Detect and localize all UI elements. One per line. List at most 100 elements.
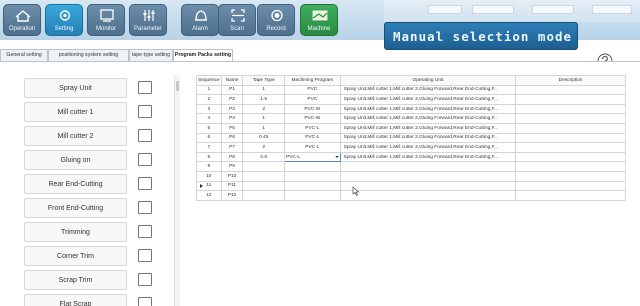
cell-description[interactable] bbox=[515, 161, 626, 172]
option-mill-cutter-1[interactable]: Mill cutter 1 bbox=[24, 102, 127, 122]
cell-tape-type[interactable] bbox=[242, 170, 285, 182]
cell-tape-type[interactable]: 1 bbox=[242, 84, 285, 96]
option-checkbox[interactable] bbox=[138, 297, 152, 306]
cell-machining-program[interactable]: PVC-W bbox=[283, 103, 341, 115]
cell-tape-type[interactable] bbox=[242, 161, 285, 172]
cell-description[interactable] bbox=[515, 180, 626, 192]
header-machining-program[interactable]: Machining Program bbox=[283, 75, 341, 86]
header-tape-type[interactable]: Tape Type bbox=[242, 75, 285, 86]
operation-button[interactable]: Operation bbox=[3, 4, 41, 36]
record-button[interactable]: Record bbox=[257, 4, 295, 36]
cell-description[interactable] bbox=[515, 84, 626, 96]
option-checkbox[interactable] bbox=[138, 129, 152, 142]
option-checkbox[interactable] bbox=[138, 201, 152, 214]
cell-operating-unit[interactable]: Spray Unit,Mill cutter 1,Mill cutter 2,G… bbox=[339, 94, 517, 105]
cell-operating-unit[interactable]: Spray Unit,Mill cutter 1,Mill cutter 2,G… bbox=[339, 103, 517, 115]
cell-tape-type[interactable]: 1.5 bbox=[242, 94, 285, 105]
setting-button[interactable]: Setting bbox=[45, 4, 83, 36]
cell-machining-program[interactable] bbox=[283, 170, 341, 182]
tab-program-packs-setting[interactable]: Program Packs setting bbox=[173, 49, 233, 61]
cell-description[interactable] bbox=[515, 103, 626, 115]
cell-operating-unit[interactable]: Spray Unit,Mill cutter 1,Mill cutter 2,G… bbox=[339, 132, 517, 144]
tab-general-setting[interactable]: General setting bbox=[0, 49, 48, 61]
cell-machining-program[interactable]: PVC-L bbox=[283, 122, 341, 134]
machining-program-dropdown[interactable]: PVC-L bbox=[283, 151, 341, 163]
cell-operating-unit[interactable] bbox=[339, 190, 517, 201]
cell-machining-program[interactable] bbox=[283, 190, 341, 201]
cell-machining-program[interactable]: PVC-L bbox=[283, 142, 341, 153]
cell-tape-type[interactable]: 1 bbox=[242, 122, 285, 134]
option-trimming[interactable]: Trimming bbox=[24, 222, 127, 242]
cell-tape-type[interactable]: 2 bbox=[242, 142, 285, 153]
tab-tape-type-setting[interactable]: tape type setting bbox=[129, 49, 173, 61]
header-name[interactable]: Name bbox=[220, 75, 244, 86]
option-rear-end-cutting[interactable]: Rear End-Cutting bbox=[24, 174, 127, 194]
option-checkbox[interactable] bbox=[138, 249, 152, 262]
cell-description[interactable] bbox=[515, 113, 626, 124]
header-operating-unit[interactable]: Operating Unit bbox=[339, 75, 517, 86]
cell-tape-type[interactable] bbox=[242, 180, 285, 192]
option-spray-unit[interactable]: Spray Unit bbox=[24, 78, 127, 98]
cell-operating-unit[interactable] bbox=[339, 161, 517, 172]
cell-machining-program[interactable] bbox=[283, 161, 341, 172]
option-scrap-trim[interactable]: Scrap Trim bbox=[24, 270, 127, 290]
cell-operating-unit[interactable]: Spray Unit,Mill cutter 1,Mill cutter 2,G… bbox=[339, 142, 517, 153]
table-row[interactable]: 6 P6 0.45 PVC-L Spray Unit,Mill cutter 1… bbox=[196, 132, 626, 144]
table-row[interactable]: 7 P7 2 PVC-L Spray Unit,Mill cutter 1,Mi… bbox=[196, 142, 626, 153]
parameter-button[interactable]: Parameter bbox=[129, 4, 167, 36]
option-checkbox[interactable] bbox=[138, 105, 152, 118]
option-checkbox[interactable] bbox=[138, 81, 152, 94]
cell-operating-unit[interactable]: Spray Unit,Mill cutter 1,Mill cutter 2,G… bbox=[339, 84, 517, 96]
option-flat-scrap[interactable]: Flat Scrap bbox=[24, 294, 127, 306]
machine-button[interactable]: Machine bbox=[300, 4, 338, 36]
cell-description[interactable] bbox=[515, 151, 626, 163]
table-row[interactable]: 2 P2 1.5 PVC Spray Unit,Mill cutter 1,Mi… bbox=[196, 94, 626, 105]
table-row[interactable]: 4 P4 1 PVC-W Spray Unit,Mill cutter 1,Mi… bbox=[196, 113, 626, 124]
option-checkbox[interactable] bbox=[138, 177, 152, 190]
cell-tape-type[interactable]: 0.8 bbox=[242, 151, 285, 163]
monitor-button[interactable]: Monitor bbox=[87, 4, 125, 36]
cell-description[interactable] bbox=[515, 170, 626, 182]
cell-tape-type[interactable]: 1 bbox=[242, 113, 285, 124]
cell-machining-program[interactable] bbox=[283, 180, 341, 192]
table-row[interactable]: 1 P1 1 PVC Spray Unit,Mill cutter 1,Mill… bbox=[196, 84, 626, 96]
cell-machining-program[interactable]: PVC bbox=[283, 84, 341, 96]
alarm-button[interactable]: Alarm bbox=[181, 4, 219, 36]
option-front-end-cutting[interactable]: Front End-Cutting bbox=[24, 198, 127, 218]
cell-description[interactable] bbox=[515, 132, 626, 144]
cell-description[interactable] bbox=[515, 142, 626, 153]
table-row[interactable]: 3 P3 2 PVC-W Spray Unit,Mill cutter 1,Mi… bbox=[196, 103, 626, 115]
option-checkbox[interactable] bbox=[138, 273, 152, 286]
cell-operating-unit[interactable] bbox=[339, 170, 517, 182]
table-row[interactable]: 11 P11 bbox=[196, 180, 626, 192]
cell-tape-type[interactable]: 2 bbox=[242, 103, 285, 115]
cell-tape-type[interactable] bbox=[242, 190, 285, 201]
cell-operating-unit[interactable]: Spray Unit,Mill cutter 1,Mill cutter 2,G… bbox=[339, 151, 517, 163]
header-description[interactable]: Description bbox=[515, 75, 626, 86]
option-checkbox[interactable] bbox=[138, 225, 152, 238]
list-scrollbar[interactable] bbox=[174, 75, 180, 306]
option-corner-trim[interactable]: Corner Trim bbox=[24, 246, 127, 266]
table-row[interactable]: 9 P9 bbox=[196, 161, 626, 172]
cell-description[interactable] bbox=[515, 190, 626, 201]
scan-button[interactable]: Scan bbox=[218, 4, 256, 36]
cell-operating-unit[interactable]: Spray Unit,Mill cutter 1,Mill cutter 2,G… bbox=[339, 122, 517, 134]
cell-machining-program[interactable]: PVC-L bbox=[283, 132, 341, 144]
option-checkbox[interactable] bbox=[138, 153, 152, 166]
cell-description[interactable] bbox=[515, 94, 626, 105]
cell-machining-program[interactable]: PVC bbox=[283, 94, 341, 105]
tab-positioning-system-setting[interactable]: positioning system setting bbox=[48, 49, 129, 61]
option-mill-cutter-2[interactable]: Mill cutter 2 bbox=[24, 126, 127, 146]
table-row-selected[interactable]: 8 P8 0.8 PVC-L Spray Unit,Mill cutter 1,… bbox=[196, 151, 626, 163]
chevron-down-icon[interactable] bbox=[334, 154, 339, 160]
table-row[interactable]: 12 P12 bbox=[196, 190, 626, 201]
cell-operating-unit[interactable]: Spray Unit,Mill cutter 1,Mill cutter 2,G… bbox=[339, 113, 517, 124]
cell-description[interactable] bbox=[515, 122, 626, 134]
cell-tape-type[interactable]: 0.45 bbox=[242, 132, 285, 144]
header-sequence[interactable]: Sequence bbox=[196, 75, 222, 86]
cell-machining-program[interactable]: PVC-W bbox=[283, 113, 341, 124]
table-row[interactable]: 5 P5 1 PVC-L Spray Unit,Mill cutter 1,Mi… bbox=[196, 122, 626, 134]
option-gluing-on[interactable]: Gluing on bbox=[24, 150, 127, 170]
table-row[interactable]: 10 P10 bbox=[196, 170, 626, 182]
cell-operating-unit[interactable] bbox=[339, 180, 517, 192]
